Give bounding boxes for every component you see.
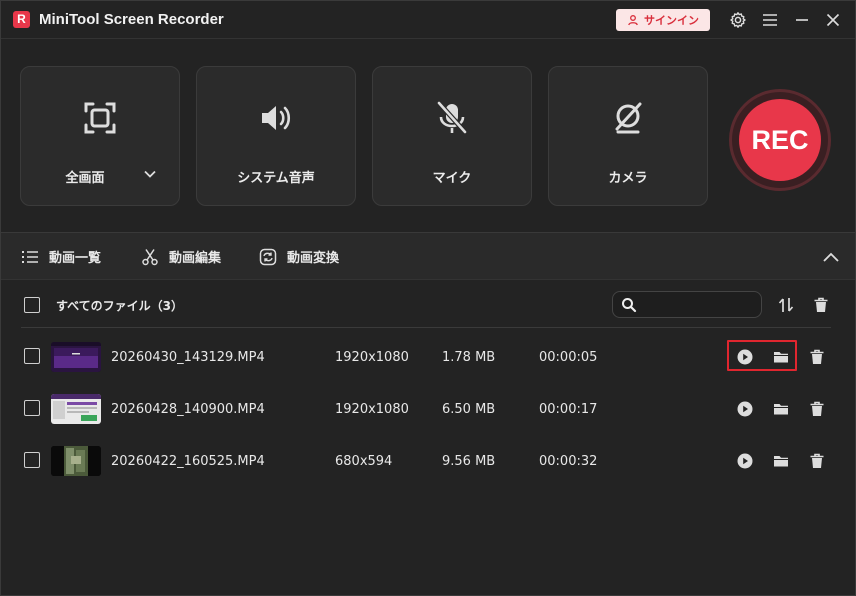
play-icon[interactable] — [736, 452, 754, 470]
file-name: 20260422_160525.MP4 — [111, 454, 265, 469]
signin-label: サインイン — [644, 14, 699, 27]
video-thumbnail — [51, 342, 101, 372]
file-size: 6.50 MB — [442, 402, 496, 417]
all-files-label: すべてのファイル（3） — [56, 299, 184, 313]
camera-card[interactable]: カメラ — [548, 66, 708, 206]
app-title: MiniTool Screen Recorder — [39, 11, 224, 28]
camera-off-icon — [609, 99, 647, 137]
file-size: 9.56 MB — [442, 454, 496, 469]
fullscreen-icon — [81, 99, 119, 137]
system-audio-card[interactable]: システム音声 — [196, 66, 356, 206]
list-icon — [22, 250, 38, 263]
select-all-checkbox[interactable] — [24, 297, 40, 313]
file-duration: 00:00:17 — [539, 402, 598, 417]
search-box[interactable] — [612, 291, 762, 318]
file-resolution: 680x594 — [335, 454, 393, 469]
gear-icon[interactable] — [729, 11, 747, 29]
folder-icon[interactable] — [772, 452, 790, 470]
user-icon — [628, 15, 638, 26]
search-icon — [622, 298, 637, 313]
signin-button[interactable]: サインイン — [616, 9, 710, 31]
trash-icon[interactable] — [808, 452, 826, 470]
rec-button[interactable]: REC — [739, 99, 821, 181]
file-name: 20260430_143129.MP4 — [111, 350, 265, 365]
row-checkbox[interactable] — [24, 400, 40, 416]
file-name: 20260428_140900.MP4 — [111, 402, 265, 417]
video-thumbnail — [51, 394, 101, 424]
chevron-down-icon[interactable] — [143, 167, 157, 181]
trash-icon[interactable] — [808, 348, 826, 366]
close-icon[interactable] — [824, 11, 842, 29]
tab-video-list-label: 動画一覧 — [49, 251, 102, 266]
search-input[interactable] — [641, 295, 756, 315]
system-audio-label: システム音声 — [237, 171, 315, 186]
microphone-card[interactable]: マイク — [372, 66, 532, 206]
trash-all-icon[interactable] — [812, 296, 830, 314]
fullscreen-label: 全画面 — [65, 171, 105, 186]
file-resolution: 1920x1080 — [335, 402, 409, 417]
scissors-icon — [142, 248, 158, 265]
sort-icon[interactable] — [777, 296, 795, 314]
fullscreen-card[interactable]: 全画面 — [20, 66, 180, 206]
tab-bar: 動画一覧 動画編集 動画変換 — [1, 232, 855, 280]
file-duration: 00:00:32 — [539, 454, 598, 469]
row-checkbox[interactable] — [24, 452, 40, 468]
table-row[interactable]: 20260422_160525.MP4 680x594 9.56 MB 00:0… — [1, 435, 855, 487]
trash-icon[interactable] — [808, 400, 826, 418]
title-bar: R MiniTool Screen Recorder サインイン — [1, 1, 855, 39]
row-checkbox[interactable] — [24, 348, 40, 364]
camera-label: カメラ — [608, 171, 648, 186]
minimize-icon[interactable] — [793, 11, 811, 29]
tab-video-edit-label: 動画編集 — [169, 251, 222, 266]
mic-muted-icon — [433, 99, 471, 137]
file-size: 1.78 MB — [442, 350, 496, 365]
app-logo: R — [13, 11, 30, 28]
chevron-up-icon[interactable] — [821, 247, 841, 267]
menu-icon[interactable] — [761, 11, 779, 29]
convert-icon — [259, 248, 277, 265]
speaker-icon — [257, 99, 295, 137]
file-resolution: 1920x1080 — [335, 350, 409, 365]
list-divider — [21, 327, 831, 328]
video-thumbnail — [51, 446, 101, 476]
tab-video-list[interactable]: 動画一覧 — [21, 247, 101, 266]
file-duration: 00:00:05 — [539, 350, 598, 365]
tab-video-edit[interactable]: 動画編集 — [141, 247, 221, 266]
app-window: R MiniTool Screen Recorder サインイン 全画面 システ… — [0, 0, 856, 596]
folder-icon[interactable] — [772, 400, 790, 418]
play-icon[interactable] — [736, 400, 754, 418]
tab-video-convert[interactable]: 動画変換 — [259, 247, 339, 266]
tab-video-convert-label: 動画変換 — [287, 251, 340, 266]
highlight-box — [727, 340, 797, 371]
table-row[interactable]: 20260428_140900.MP4 1920x1080 6.50 MB 00… — [1, 383, 855, 435]
microphone-label: マイク — [432, 171, 472, 186]
